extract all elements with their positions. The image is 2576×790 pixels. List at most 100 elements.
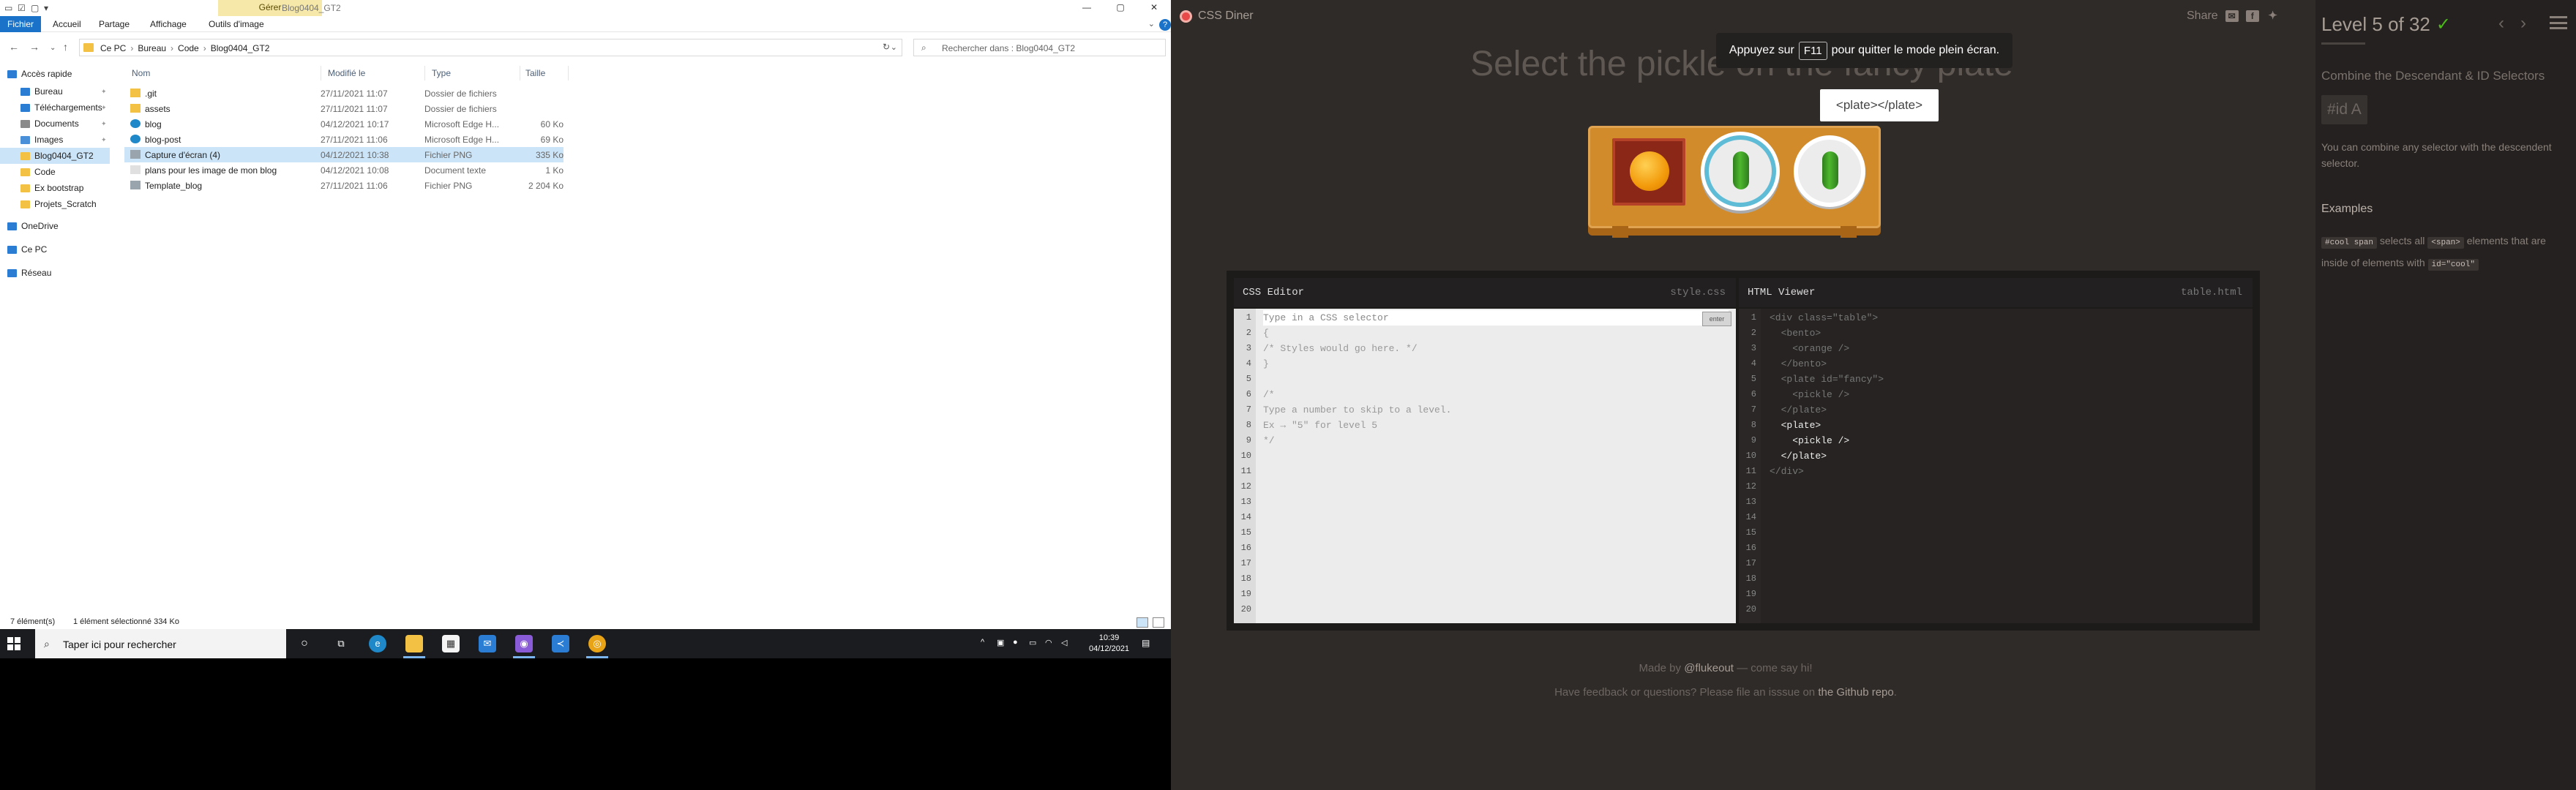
new-folder-icon[interactable]: ▢ [31,3,39,13]
pin-icon[interactable]: ✦ [101,136,107,144]
file-row[interactable]: Template_blog 27/11/2021 11:06 Fichier PNG… [124,178,564,193]
tab-affichage[interactable]: Affichage [143,16,194,32]
plate[interactable] [1794,135,1865,207]
pickle[interactable] [1822,151,1838,189]
file-row[interactable]: plans pour les image de mon blog 04/12/20… [124,162,564,178]
orange[interactable] [1630,151,1669,191]
previous-level-icon[interactable]: ‹ [2498,13,2504,34]
maximize-icon[interactable]: ▢ [1104,0,1137,16]
address-bar[interactable]: Ce PC › Bureau › Code › Blog0404_GT2 ⌄ [79,39,902,56]
tab-outils-image[interactable]: Outils d'image [209,16,264,32]
html-line[interactable] [1770,571,2244,587]
breadcrumb-current[interactable]: Blog0404_GT2 [211,43,270,53]
html-line[interactable]: <plate> [1770,418,2244,433]
edge-icon[interactable]: e [369,635,386,652]
twitter-icon[interactable]: ✦ [2266,10,2280,22]
html-line[interactable]: <orange /> [1770,341,2244,356]
expand-ribbon-icon[interactable]: ⌄ [1148,19,1155,29]
help-icon[interactable]: ? [1159,19,1171,31]
tray-expand-icon[interactable]: ^ [981,638,984,647]
forward-arrow-icon[interactable]: → [29,41,40,53]
mail-icon[interactable]: ✉ [479,635,496,652]
minimize-icon[interactable]: — [1070,0,1104,16]
microphone-icon[interactable]: ● [1013,638,1018,647]
nav-item[interactable]: Images [20,132,63,148]
taskbar-search-input[interactable]: ⌕ Taper ici pour rechercher [35,629,286,658]
html-line[interactable]: </div> [1770,464,2244,479]
column-modified[interactable]: Modifié le [328,68,365,78]
task-view-icon[interactable]: ⧉ [332,635,350,652]
github-link[interactable]: the Github repo [1818,686,1893,699]
html-line[interactable]: <pickle /> [1770,433,2244,448]
details-view-icon[interactable] [1137,617,1148,628]
tray-icon[interactable]: ▣ [997,638,1004,647]
file-row[interactable]: assets 27/11/2021 11:07 Dossier de fichier… [124,101,564,116]
file-explorer-icon[interactable] [405,635,423,652]
bento-box[interactable] [1612,138,1685,206]
customize-qat-icon[interactable]: ▾ [44,3,48,13]
volume-icon[interactable]: ◁ [1061,638,1067,647]
nav-item[interactable]: Téléchargements [20,99,102,116]
nav-item[interactable]: Ce PC [7,241,47,257]
nav-item[interactable]: Bureau [20,83,63,99]
network-icon[interactable]: ▭ [1029,638,1036,647]
pin-icon[interactable]: ✦ [101,120,107,128]
html-line[interactable]: </plate> [1770,448,2244,464]
nav-item[interactable]: Ex bootstrap [20,180,83,196]
author-link[interactable]: @flukeout [1684,662,1734,674]
up-arrow-icon[interactable]: ↑ [63,41,68,53]
nav-item[interactable]: OneDrive [7,218,59,234]
file-row[interactable]: .git 27/11/2021 11:07 Dossier de fichiers [124,86,564,101]
tab-partage[interactable]: Partage [91,16,137,32]
nav-item[interactable]: Code [20,164,56,180]
fancy-plate[interactable] [1704,135,1776,207]
facebook-icon[interactable]: f [2245,10,2259,22]
windows-start-icon[interactable] [7,637,20,650]
html-line[interactable] [1770,525,2244,541]
column-type[interactable]: Type [432,68,451,78]
properties-icon[interactable]: ☑ [18,3,26,13]
column-divider[interactable] [424,66,425,80]
pickle-target[interactable] [1733,151,1749,189]
store-icon[interactable]: ▦ [442,635,460,652]
html-line[interactable] [1770,587,2244,602]
breadcrumb-ce-pc[interactable]: Ce PC [100,43,126,53]
breadcrumb-code[interactable]: Code [178,43,199,53]
nav-item[interactable]: Accès rapide [7,66,72,82]
html-line[interactable]: </plate> [1770,402,2244,418]
html-line[interactable]: <pickle /> [1770,387,2244,402]
cortana-icon[interactable]: ○ [296,635,313,652]
email-icon[interactable]: ✉ [2225,10,2239,22]
tab-fichier[interactable]: Fichier [0,16,42,32]
html-line[interactable] [1770,556,2244,571]
file-row[interactable]: Capture d'écran (4) 04/12/2021 10:38 Fichi… [124,147,564,162]
css-selector-input[interactable]: Type in a CSS selector [1263,310,1729,326]
nav-item[interactable]: Projets_Scratch [20,196,97,212]
brand[interactable]: CSS Diner [1180,10,1254,23]
html-line[interactable] [1770,510,2244,525]
vscode-icon[interactable]: ≺ [552,635,569,652]
notifications-icon[interactable]: ▤ [1142,638,1150,648]
next-level-icon[interactable]: › [2520,13,2526,34]
column-name[interactable]: Nom [132,68,150,78]
level-indicator[interactable]: Level 5 of 32 ✓ [2321,13,2451,36]
address-dropdown-icon[interactable]: ⌄ [891,42,897,52]
enter-button[interactable]: enter [1702,312,1731,326]
html-line[interactable] [1770,479,2244,494]
back-arrow-icon[interactable]: ← [9,41,19,53]
tiles-view-icon[interactable] [1153,617,1164,628]
file-row[interactable]: blog 04/12/2021 10:17 Microsoft Edge H... 6… [124,116,564,132]
menu-icon[interactable] [2550,16,2567,29]
search-input[interactable]: ⌕ Rechercher dans : Blog0404_GT2 [913,39,1166,56]
column-size[interactable]: Taille [525,68,545,78]
html-line[interactable] [1770,541,2244,556]
html-line[interactable] [1770,602,2244,617]
close-icon[interactable]: ✕ [1137,0,1171,16]
column-divider[interactable] [568,66,569,80]
nav-item[interactable]: Blog0404_GT2 [0,148,110,164]
html-line[interactable]: <bento> [1770,326,2244,341]
wifi-icon[interactable]: ◠ [1045,638,1052,647]
recent-locations-icon[interactable]: ⌄ [50,44,56,52]
app-icon[interactable]: ◉ [515,635,533,652]
chrome-icon[interactable]: ◎ [588,635,606,652]
